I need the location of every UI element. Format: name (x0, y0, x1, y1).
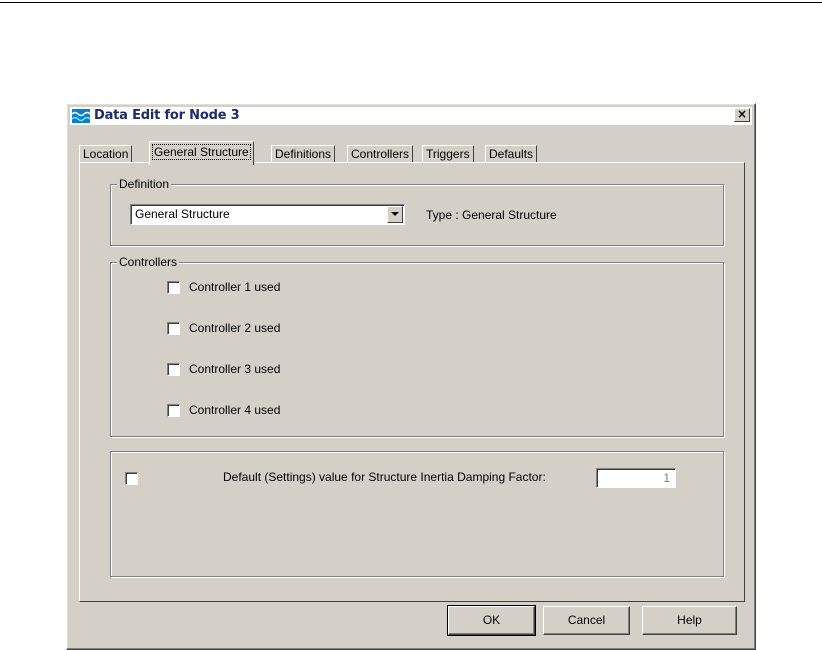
controller-1-checkbox[interactable] (167, 280, 180, 294)
ok-button[interactable]: OK (447, 605, 536, 636)
damping-factor-input[interactable]: 1 (596, 468, 676, 488)
controllers-group-label: Controllers (117, 255, 180, 269)
controller-4-checkbox-row[interactable]: Controller 4 used (167, 403, 280, 417)
controller-3-label: Controller 3 used (189, 362, 281, 376)
controller-1-label: Controller 1 used (189, 280, 281, 294)
controller-3-checkbox-row[interactable]: Controller 3 used (167, 362, 280, 376)
data-edit-dialog: Data Edit for Node 3 × Location General … (66, 103, 756, 650)
close-icon: × (736, 107, 748, 121)
close-button[interactable]: × (734, 108, 750, 122)
tab-location[interactable]: Location (79, 145, 133, 163)
tab-triggers[interactable]: Triggers (422, 145, 474, 163)
damping-label: Default (Settings) value for Structure I… (223, 470, 546, 484)
controller-2-label: Controller 2 used (189, 321, 281, 335)
controller-2-checkbox[interactable] (167, 321, 180, 335)
damping-checkbox[interactable] (125, 472, 138, 485)
controller-1-checkbox-row[interactable]: Controller 1 used (167, 280, 280, 294)
definition-group-label: Definition (117, 177, 172, 191)
controller-4-label: Controller 4 used (189, 403, 281, 417)
window-title: Data Edit for Node 3 (94, 108, 240, 123)
definition-select-value: General Structure (135, 207, 230, 221)
tab-definitions[interactable]: Definitions (271, 145, 336, 163)
tab-controllers[interactable]: Controllers (347, 145, 414, 163)
help-button[interactable]: Help (642, 606, 737, 635)
controller-3-checkbox[interactable] (167, 362, 180, 376)
title-bar[interactable]: Data Edit for Node 3 × (70, 107, 752, 125)
tab-general-structure[interactable]: General Structure (149, 141, 254, 165)
controller-4-checkbox[interactable] (167, 403, 180, 417)
controller-2-checkbox-row[interactable]: Controller 2 used (167, 321, 280, 335)
definition-select[interactable]: General Structure (130, 204, 405, 225)
type-label: Type : General Structure (426, 208, 557, 222)
damping-checkbox-row[interactable] (125, 472, 138, 485)
app-wave-icon (72, 109, 90, 123)
top-rule (0, 2, 822, 3)
tab-defaults[interactable]: Defaults (485, 145, 538, 163)
cancel-button[interactable]: Cancel (543, 606, 630, 635)
chevron-down-icon[interactable] (387, 206, 403, 223)
